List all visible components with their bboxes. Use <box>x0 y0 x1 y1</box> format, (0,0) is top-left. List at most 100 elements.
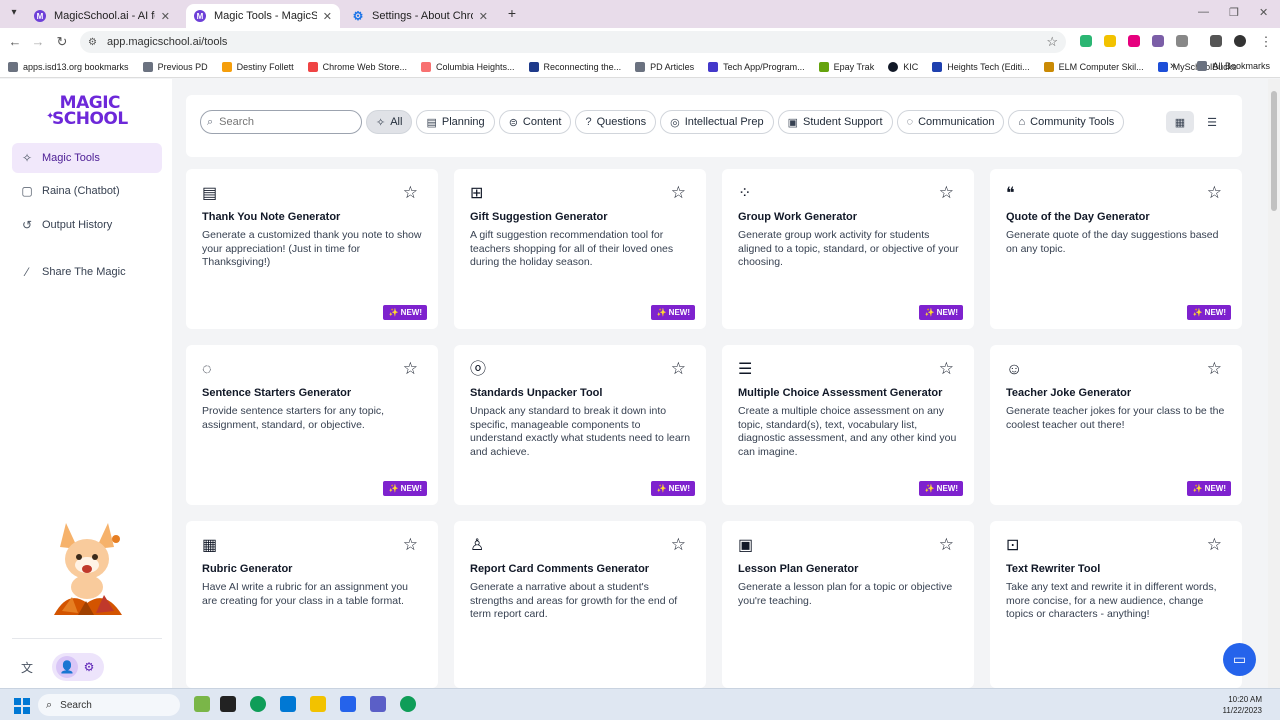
filter-chip-content[interactable]: ⊜ Content <box>498 110 572 134</box>
tool-card-thank-you-note[interactable]: ▤ ☆ Thank You Note Generator Generate a … <box>186 169 438 329</box>
list-view-icon[interactable]: ☰ <box>1198 111 1226 133</box>
favorite-star-icon[interactable]: ☆ <box>1207 359 1222 379</box>
filter-chip-communication[interactable]: ◌ Communication <box>896 110 1005 134</box>
todo-taskbar-icon[interactable] <box>340 696 356 712</box>
tool-card-sentence-starters[interactable]: ◌ ☆ Sentence Starters Generator Provide … <box>186 345 438 505</box>
minimize-icon[interactable]: — <box>1198 6 1209 18</box>
back-arrow-icon[interactable]: ← <box>7 34 23 49</box>
favorite-star-icon[interactable]: ☆ <box>671 183 686 203</box>
browser-tab-1[interactable]: M MagicSchool.ai - AI for teache ✕ <box>26 4 178 28</box>
grid-view-icon[interactable]: ▦ <box>1166 111 1194 133</box>
bookmark-item[interactable]: Tech App/Program... <box>708 61 805 72</box>
close-window-icon[interactable]: ✕ <box>1259 6 1268 19</box>
extension-icon[interactable] <box>1080 35 1092 47</box>
gear-icon[interactable]: ⚙ <box>78 656 100 678</box>
tool-card-teacher-joke[interactable]: ☺ ☆ Teacher Joke Generator Generate teac… <box>990 345 1242 505</box>
address-bar[interactable]: ⚙ app.magicschool.ai/tools ☆ <box>80 31 1066 53</box>
magicschool-logo[interactable]: ✦ MAGIC SCHOOL <box>46 95 128 128</box>
tool-card-report-card-comments[interactable]: ♙ ☆ Report Card Comments Generator Gener… <box>454 521 706 688</box>
extensions-puzzle-icon[interactable] <box>1176 35 1188 47</box>
bookmark-item[interactable]: Heights Tech (Editi... <box>932 61 1030 72</box>
filter-chip-planning[interactable]: ▤ Planning <box>416 110 495 134</box>
forward-arrow-icon[interactable]: → <box>30 34 46 49</box>
tool-card-rubric[interactable]: ▦ ☆ Rubric Generator Have AI write a rub… <box>186 521 438 688</box>
close-tab-icon[interactable]: ✕ <box>479 10 488 23</box>
favorite-star-icon[interactable]: ☆ <box>1207 183 1222 203</box>
tool-card-group-work[interactable]: ⁘ ☆ Group Work Generator Generate group … <box>722 169 974 329</box>
bookmark-item[interactable]: PD Articles <box>635 61 694 72</box>
tool-card-text-rewriter[interactable]: ⊡ ☆ Text Rewriter Tool Take any text and… <box>990 521 1242 688</box>
taskbar-search[interactable]: ⌕ Search <box>38 694 180 716</box>
bookmark-item[interactable]: ELM Computer Skil... <box>1043 61 1144 72</box>
extension-icon[interactable] <box>1104 35 1116 47</box>
restore-icon[interactable]: ❐ <box>1229 6 1239 19</box>
filter-chip-all[interactable]: ✧ All <box>366 110 413 134</box>
bookmark-item[interactable]: KIC <box>888 61 918 72</box>
support-chat-button[interactable]: ▭ <box>1223 643 1256 676</box>
filter-chip-intellectual-prep[interactable]: ◎ Intellectual Prep <box>660 110 774 134</box>
file-explorer-icon[interactable] <box>310 696 326 712</box>
taskbar-app-icon[interactable] <box>220 696 236 712</box>
extension-icon[interactable] <box>1128 35 1140 47</box>
chrome-taskbar-icon[interactable] <box>400 696 416 712</box>
filter-chip-community-tools[interactable]: ⌂ Community Tools <box>1008 110 1125 134</box>
side-panel-icon[interactable] <box>1210 35 1222 47</box>
tool-search[interactable]: ⌕ <box>200 110 362 134</box>
browser-menu-icon[interactable]: ⋮ <box>1258 34 1274 50</box>
chrome-taskbar-icon[interactable] <box>250 696 266 712</box>
favorite-star-icon[interactable]: ☆ <box>1207 535 1222 555</box>
sidebar: ✦ MAGIC SCHOOL ✧ Magic Tools ▢ Raina (Ch… <box>0 79 172 688</box>
reload-icon[interactable]: ↻ <box>54 34 70 50</box>
site-info-icon[interactable]: ⚙ <box>88 37 97 48</box>
taskbar-app-icon[interactable] <box>194 696 210 712</box>
sidebar-item-raina-chatbot[interactable]: ▢ Raina (Chatbot) <box>12 176 162 206</box>
tool-card-quote-of-the-day[interactable]: ❝ ☆ Quote of the Day Generator Generate … <box>990 169 1242 329</box>
browser-tab-2[interactable]: M Magic Tools - MagicSchool.ai ✕ <box>186 4 340 28</box>
all-bookmarks-button[interactable]: All Bookmarks <box>1197 61 1270 71</box>
sidebar-item-label: Magic Tools <box>42 152 100 164</box>
favorite-star-icon[interactable]: ☆ <box>671 535 686 555</box>
new-tab-button[interactable]: + <box>504 6 520 22</box>
tab-search-chevron-icon[interactable]: ▾ <box>6 5 22 21</box>
bookmark-item[interactable]: Epay Trak <box>818 61 874 72</box>
favorite-star-icon[interactable]: ☆ <box>939 535 954 555</box>
bookmark-star-icon[interactable]: ☆ <box>1046 34 1058 50</box>
scrollbar-thumb[interactable] <box>1271 91 1277 211</box>
user-icon[interactable]: 👤 <box>56 656 78 678</box>
bookmark-item[interactable]: Previous PD <box>142 61 208 72</box>
windows-start-icon[interactable] <box>14 698 30 714</box>
tool-card-standards-unpacker[interactable]: ⓞ ☆ Standards Unpacker Tool Unpack any s… <box>454 345 706 505</box>
search-input[interactable] <box>219 116 340 128</box>
browser-tab-3[interactable]: ⚙ Settings - About Chrome ✕ <box>344 4 496 28</box>
favorite-star-icon[interactable]: ☆ <box>403 535 418 555</box>
outlook-taskbar-icon[interactable] <box>280 696 296 712</box>
extension-icon[interactable] <box>1152 35 1164 47</box>
close-tab-icon[interactable]: ✕ <box>161 10 170 23</box>
favorite-star-icon[interactable]: ☆ <box>403 359 418 379</box>
profile-avatar[interactable] <box>1234 35 1246 47</box>
bookmark-item[interactable]: Chrome Web Store... <box>307 61 407 72</box>
bookmark-item[interactable]: apps.isd13.org bookmarks <box>8 61 129 72</box>
favorite-star-icon[interactable]: ☆ <box>939 183 954 203</box>
tool-card-gift-suggestion[interactable]: ⊞ ☆ Gift Suggestion Generator A gift sug… <box>454 169 706 329</box>
bookmark-item[interactable]: Columbia Heights... <box>421 61 515 72</box>
system-clock[interactable]: 10:20 AM 11/22/2023 <box>1223 694 1262 716</box>
new-badge: ✨ NEW! <box>919 305 963 320</box>
bookmark-item[interactable]: Reconnecting the... <box>528 61 621 72</box>
favorite-star-icon[interactable]: ☆ <box>939 359 954 379</box>
bookmark-item[interactable]: Destiny Follett <box>221 61 294 72</box>
tool-card-multiple-choice[interactable]: ☰ ☆ Multiple Choice Assessment Generator… <box>722 345 974 505</box>
favorite-star-icon[interactable]: ☆ <box>671 359 686 379</box>
favorite-star-icon[interactable]: ☆ <box>403 183 418 203</box>
sidebar-item-share-the-magic[interactable]: ⁄ Share The Magic <box>12 257 162 287</box>
filter-chip-questions[interactable]: ? Questions <box>575 110 657 134</box>
more-bookmarks-chevron-icon[interactable]: » <box>1170 60 1176 72</box>
sidebar-item-output-history[interactable]: ↺ Output History <box>12 210 162 240</box>
filter-chip-student-support[interactable]: ▣ Student Support <box>777 110 893 134</box>
sidebar-item-magic-tools[interactable]: ✧ Magic Tools <box>12 143 162 173</box>
close-tab-icon[interactable]: ✕ <box>323 10 332 23</box>
teams-taskbar-icon[interactable] <box>370 696 386 712</box>
tool-card-lesson-plan[interactable]: ▣ ☆ Lesson Plan Generator Generate a les… <box>722 521 974 688</box>
page-scrollbar[interactable] <box>1268 79 1280 688</box>
translate-icon[interactable]: 文 <box>16 656 38 678</box>
